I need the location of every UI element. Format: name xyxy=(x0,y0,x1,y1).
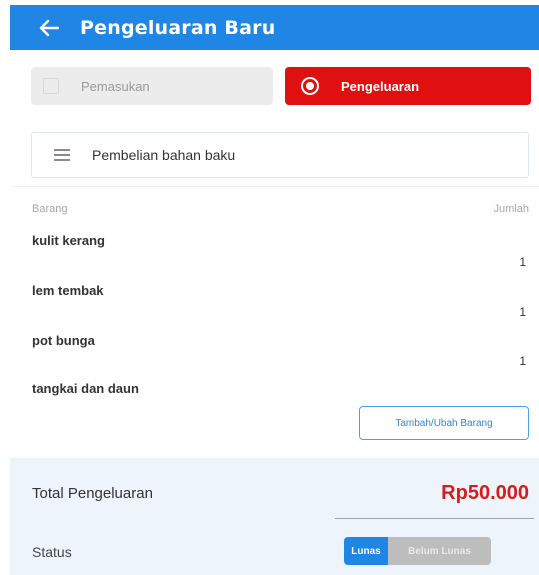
note-text: Pembelian bahan baku xyxy=(92,147,236,163)
column-header-qty: Jumlah xyxy=(493,203,529,215)
back-button[interactable] xyxy=(30,5,68,50)
expense-type-label: Pengeluaran xyxy=(341,78,420,94)
item-name: pot bunga xyxy=(32,333,95,348)
income-type-label: Pemasukan xyxy=(81,78,150,94)
item-name: kulit kerang xyxy=(32,233,105,248)
transaction-type-toggle: Pemasukan Pengeluaran xyxy=(31,67,531,105)
summary-panel: Total Pengeluaran Rp50.000 Status Lunas … xyxy=(10,458,539,575)
status-unpaid-button[interactable]: Belum Lunas xyxy=(388,537,491,565)
note-field[interactable]: Pembelian bahan baku xyxy=(31,132,529,178)
item-name: lem tembak xyxy=(32,283,104,298)
arrow-left-icon xyxy=(39,19,59,36)
status-paid-button[interactable]: Lunas xyxy=(344,537,388,565)
divider xyxy=(335,518,534,519)
item-qty: 1 xyxy=(519,354,526,368)
column-header-item: Barang xyxy=(32,203,68,215)
item-name: tangkai dan daun xyxy=(32,381,139,396)
checkbox-icon xyxy=(43,78,59,94)
income-type-button[interactable]: Pemasukan xyxy=(31,67,273,105)
item-qty: 1 xyxy=(519,255,526,269)
page-title: Pengeluaran Baru xyxy=(80,16,276,39)
expense-type-button[interactable]: Pengeluaran xyxy=(285,67,531,105)
total-label: Total Pengeluaran xyxy=(32,485,153,502)
edit-items-button[interactable]: Tambah/Ubah Barang xyxy=(359,406,529,440)
status-label: Status xyxy=(32,544,72,560)
status-toggle: Lunas Belum Lunas xyxy=(344,537,491,565)
app-bar: Pengeluaran Baru xyxy=(10,5,539,50)
items-panel: Barang Jumlah kulit kerang 1 lem tembak … xyxy=(10,186,539,450)
item-qty: 1 xyxy=(519,305,526,319)
total-value: Rp50.000 xyxy=(441,482,529,504)
radio-selected-icon xyxy=(301,77,319,95)
menu-lines-icon xyxy=(54,149,70,161)
